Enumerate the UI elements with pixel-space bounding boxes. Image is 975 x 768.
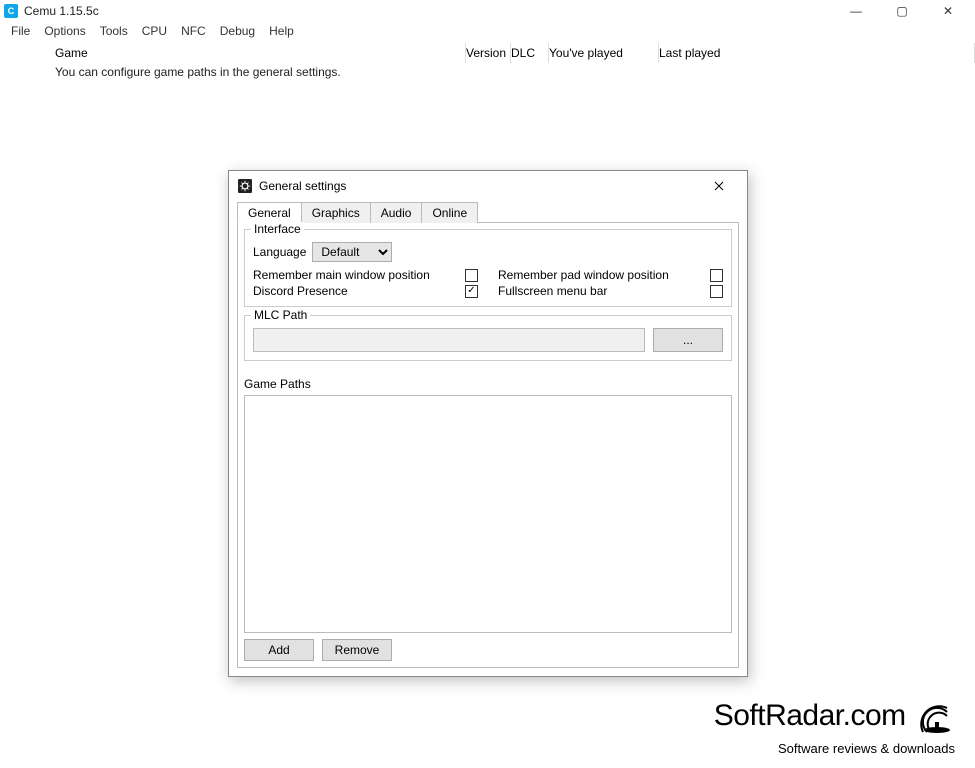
remember-pad-label: Remember pad window position <box>498 268 669 282</box>
mlc-group: MLC Path ... <box>244 315 732 361</box>
remove-button[interactable]: Remove <box>322 639 392 661</box>
interface-group: Interface Language Default Remember main… <box>244 229 732 307</box>
menu-file[interactable]: File <box>4 22 37 42</box>
language-label: Language <box>253 245 306 259</box>
col-played[interactable]: You've played <box>549 43 659 63</box>
menu-help[interactable]: Help <box>262 22 301 42</box>
col-version[interactable]: Version <box>466 43 511 63</box>
watermark-title: SoftRadar.com <box>714 699 906 732</box>
menu-nfc[interactable]: NFC <box>174 22 213 42</box>
mlc-browse-button[interactable]: ... <box>653 328 723 352</box>
dialog-close-button[interactable] <box>699 171 739 201</box>
tab-online[interactable]: Online <box>422 202 478 223</box>
menu-options[interactable]: Options <box>37 22 92 42</box>
menu-debug[interactable]: Debug <box>213 22 262 42</box>
col-game[interactable]: Game <box>0 43 466 63</box>
close-icon <box>714 181 724 191</box>
minimize-button[interactable]: — <box>833 0 879 22</box>
interface-legend: Interface <box>251 222 304 236</box>
close-button[interactable]: ✕ <box>925 0 971 22</box>
menubar: File Options Tools CPU NFC Debug Help <box>0 22 975 42</box>
settings-dialog: General settings General Graphics Audio … <box>228 170 748 677</box>
game-list-hint: You can configure game paths in the gene… <box>0 65 975 79</box>
col-dlc[interactable]: DLC <box>511 43 549 63</box>
col-last[interactable]: Last played <box>659 43 975 63</box>
remember-main-label: Remember main window position <box>253 268 430 282</box>
dialog-titlebar[interactable]: General settings <box>229 171 747 201</box>
menu-cpu[interactable]: CPU <box>135 22 174 42</box>
mlc-legend: MLC Path <box>251 308 310 322</box>
fullscreen-menu-label: Fullscreen menu bar <box>498 284 607 298</box>
fullscreen-menu-checkbox[interactable] <box>710 285 723 298</box>
gamepaths-listbox[interactable] <box>244 395 732 633</box>
tab-graphics[interactable]: Graphics <box>302 202 371 223</box>
game-list-header: Game Version DLC You've played Last play… <box>0 43 975 63</box>
gamepaths-label: Game Paths <box>244 377 732 391</box>
watermark: SoftRadar.com Software reviews & downloa… <box>714 699 955 756</box>
radar-icon <box>915 700 955 743</box>
app-icon: C <box>4 4 18 18</box>
discord-checkbox[interactable] <box>465 285 478 298</box>
tab-audio[interactable]: Audio <box>371 202 423 223</box>
dialog-title: General settings <box>259 179 699 193</box>
remember-pad-checkbox[interactable] <box>710 269 723 282</box>
window-title: Cemu 1.15.5c <box>24 4 833 18</box>
gear-icon <box>237 178 253 194</box>
mlc-path-input[interactable] <box>253 328 645 352</box>
menu-tools[interactable]: Tools <box>93 22 135 42</box>
main-titlebar: C Cemu 1.15.5c — ▢ ✕ <box>0 0 975 22</box>
watermark-subtitle: Software reviews & downloads <box>714 741 955 756</box>
remember-main-checkbox[interactable] <box>465 269 478 282</box>
tab-strip: General Graphics Audio Online <box>237 201 739 223</box>
discord-label: Discord Presence <box>253 284 348 298</box>
language-select[interactable]: Default <box>312 242 392 262</box>
add-button[interactable]: Add <box>244 639 314 661</box>
tab-general[interactable]: General <box>237 202 302 223</box>
tab-panel-general: Interface Language Default Remember main… <box>237 223 739 668</box>
maximize-button[interactable]: ▢ <box>879 0 925 22</box>
